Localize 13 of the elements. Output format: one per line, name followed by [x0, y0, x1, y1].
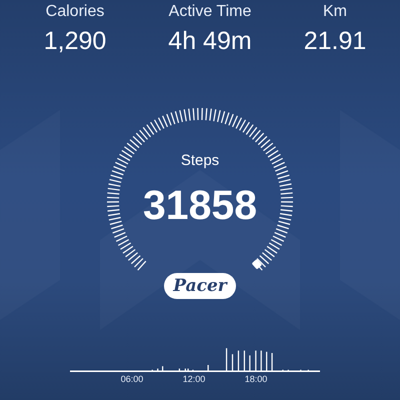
stat-label: Km	[323, 2, 347, 22]
stat-value: 21.91	[304, 26, 366, 56]
gauge-end-marker	[252, 258, 262, 270]
time-label: 18:00	[244, 373, 268, 385]
time-label: 06:00	[120, 373, 144, 385]
stat-label: Active Time	[168, 2, 252, 22]
steps-count: 31858	[142, 181, 257, 229]
steps-label: Steps	[180, 151, 220, 171]
stat-value: 1,290	[44, 26, 106, 56]
stat-label: Calories	[46, 2, 104, 22]
stat-value: 4h 49m	[168, 26, 252, 56]
app-logo: Pacer	[164, 273, 236, 299]
time-label: 12:00	[182, 373, 206, 385]
